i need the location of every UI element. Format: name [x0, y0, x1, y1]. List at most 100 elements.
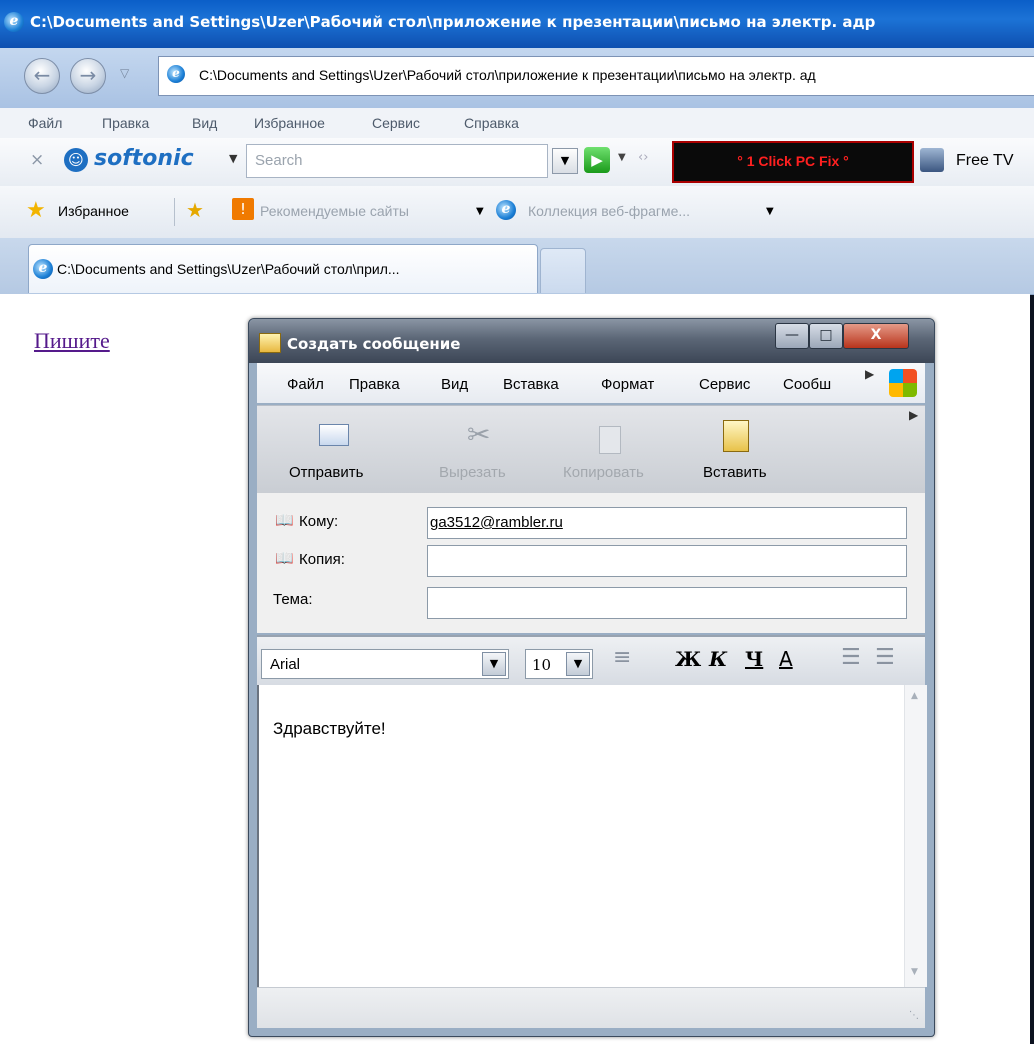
scroll-up-icon[interactable]: ▲: [911, 691, 918, 701]
compose-menu-file[interactable]: Файл: [287, 376, 324, 393]
browser-title: C:\Documents and Settings\Uzer\Рабочий с…: [30, 13, 876, 31]
to-value: ga3512@rambler.ru: [430, 514, 563, 531]
close-toolbar-icon[interactable]: ×: [30, 150, 44, 170]
bold-button[interactable]: Ж: [675, 647, 701, 671]
font-dropdown-icon[interactable]: ▼: [482, 652, 506, 676]
cc-field[interactable]: [427, 545, 907, 577]
toolbar-separator-icon: ‹›: [638, 150, 649, 165]
scissors-icon: ✂: [467, 418, 491, 451]
menu-view[interactable]: Вид: [192, 115, 217, 131]
subject-field[interactable]: [427, 587, 907, 619]
tab-active[interactable]: e C:\Documents and Settings\Uzer\Рабочий…: [28, 244, 538, 293]
compose-menu-message[interactable]: Сообш: [783, 376, 831, 393]
paragraph-style-icon[interactable]: ≡: [613, 645, 631, 670]
underline-button[interactable]: Ч: [745, 647, 763, 671]
font-select[interactable]: Arial ▼: [261, 649, 509, 679]
search-placeholder: Search: [255, 152, 303, 169]
search-dropdown-icon[interactable]: ▼: [552, 148, 578, 174]
body-scrollbar[interactable]: ▲ ▼: [904, 685, 927, 987]
write-link[interactable]: Пишите: [34, 328, 110, 354]
menu-tools[interactable]: Сервис: [372, 115, 420, 131]
softonic-toolbar: × ☺ softonic ▼ Search ▼ ▶ ▼ ‹› ° 1 Click…: [0, 138, 1034, 187]
minimize-icon[interactable]: —: [775, 323, 809, 349]
web-slices-button[interactable]: Коллекция веб-фрагме...: [528, 203, 690, 219]
search-input[interactable]: Search: [246, 144, 548, 178]
new-tab-button[interactable]: [540, 248, 586, 293]
page-ie-icon: e: [167, 65, 185, 83]
compose-window: Создать сообщение — □ X Файл Правка Вид …: [248, 318, 935, 1037]
copy-button: Копировать: [553, 414, 673, 490]
add-favorite-icon[interactable]: ★: [186, 198, 204, 222]
cut-label: Вырезать: [439, 464, 506, 481]
size-dropdown-icon[interactable]: ▼: [566, 652, 590, 676]
compose-menu-tools[interactable]: Сервис: [699, 376, 750, 393]
font-select-value: Arial: [270, 656, 301, 673]
browser-menu-bar: Файл Правка Вид Избранное Сервис Справка: [0, 108, 1034, 139]
toolbar-overflow-icon[interactable]: ▶: [909, 408, 918, 422]
cut-button: ✂ Вырезать: [427, 414, 537, 490]
brand-dropdown-icon[interactable]: ▼: [229, 152, 237, 165]
address-input[interactable]: e C:\Documents and Settings\Uzer\Рабочий…: [158, 56, 1034, 96]
size-select[interactable]: 10 ▼: [525, 649, 593, 679]
pc-fix-button[interactable]: ° 1 Click PC Fix °: [672, 141, 914, 183]
compose-menu-format[interactable]: Формат: [601, 376, 654, 393]
compose-menu-insert[interactable]: Вставка: [503, 376, 559, 393]
compose-window-icon: [259, 333, 281, 353]
softonic-logo-icon: ☺: [64, 148, 88, 172]
forward-arrow-icon[interactable]: →: [70, 58, 106, 94]
ie-logo-icon: e: [4, 12, 24, 32]
cc-book-icon[interactable]: 📖: [275, 549, 294, 567]
compose-menu-edit[interactable]: Правка: [349, 376, 400, 393]
address-book-icon[interactable]: 📖: [275, 511, 294, 529]
compose-fields: 📖 Кому: ga3512@rambler.ru 📖 Копия: Тема:: [257, 493, 925, 633]
pc-fix-label: ° 1 Click PC Fix °: [737, 153, 849, 169]
send-button[interactable]: Отправить: [277, 414, 397, 490]
browser-title-bar: e C:\Documents and Settings\Uzer\Рабочий…: [0, 0, 1034, 48]
menu-file[interactable]: Файл: [28, 115, 62, 131]
windows-logo-icon: [889, 369, 917, 397]
suggested-sites-button[interactable]: Рекомендуемые сайты: [260, 203, 409, 219]
tv-icon: [920, 148, 944, 172]
resize-grip-icon[interactable]: ⋱: [909, 1010, 919, 1021]
paste-button[interactable]: Вставить: [691, 414, 801, 490]
copy-label: Копировать: [563, 464, 644, 481]
close-icon[interactable]: X: [843, 323, 909, 349]
go-dropdown-icon[interactable]: ▼: [618, 152, 626, 163]
softonic-brand: softonic: [94, 146, 194, 171]
cc-label: Копия:: [299, 551, 345, 568]
message-body[interactable]: Здравствуйте! ▲ ▼: [257, 685, 927, 987]
compose-menu-bar: Файл Правка Вид Вставка Формат Сервис Со…: [257, 363, 925, 403]
compose-menu-view[interactable]: Вид: [441, 376, 468, 393]
to-label: Кому:: [299, 513, 339, 530]
compose-status-bar: ⋱: [257, 987, 925, 1028]
maximize-icon[interactable]: □: [809, 323, 843, 349]
free-tv-button[interactable]: Free TV: [956, 152, 1014, 170]
menu-favorites[interactable]: Избранное: [254, 115, 325, 131]
compose-toolbar: ▶ Отправить ✂ Вырезать Копировать Встави…: [257, 405, 925, 494]
favorites-button[interactable]: Избранное: [58, 203, 129, 219]
tab-title: C:\Documents and Settings\Uzer\Рабочий с…: [57, 261, 400, 277]
search-go-icon[interactable]: ▶: [584, 147, 610, 173]
suggested-dropdown-icon[interactable]: ▼: [476, 206, 484, 217]
paste-label: Вставить: [703, 464, 767, 481]
italic-button[interactable]: К: [709, 647, 727, 671]
bullet-list-icon[interactable]: ☰: [875, 645, 895, 670]
menu-overflow-icon[interactable]: ▶: [865, 367, 874, 381]
menu-edit[interactable]: Правка: [102, 115, 149, 131]
compose-title: Создать сообщение: [287, 335, 461, 353]
suggested-sites-icon: !: [232, 198, 254, 220]
subject-label: Тема:: [273, 591, 313, 608]
history-dropdown-icon[interactable]: ▽: [120, 66, 129, 80]
web-slices-dropdown-icon[interactable]: ▼: [766, 206, 774, 217]
send-label: Отправить: [289, 464, 364, 481]
address-text: C:\Documents and Settings\Uzer\Рабочий с…: [199, 67, 816, 83]
back-arrow-icon[interactable]: ←: [24, 58, 60, 94]
numbered-list-icon[interactable]: ☰: [841, 645, 861, 670]
copy-icon: [599, 426, 621, 454]
tab-ie-icon: e: [33, 259, 53, 279]
font-color-button[interactable]: А: [779, 647, 793, 671]
to-field[interactable]: ga3512@rambler.ru: [427, 507, 907, 539]
favorites-bar: ★ Избранное ★ ! Рекомендуемые сайты ▼ e …: [0, 186, 1034, 238]
menu-help[interactable]: Справка: [464, 115, 519, 131]
scroll-down-icon[interactable]: ▼: [911, 967, 918, 977]
